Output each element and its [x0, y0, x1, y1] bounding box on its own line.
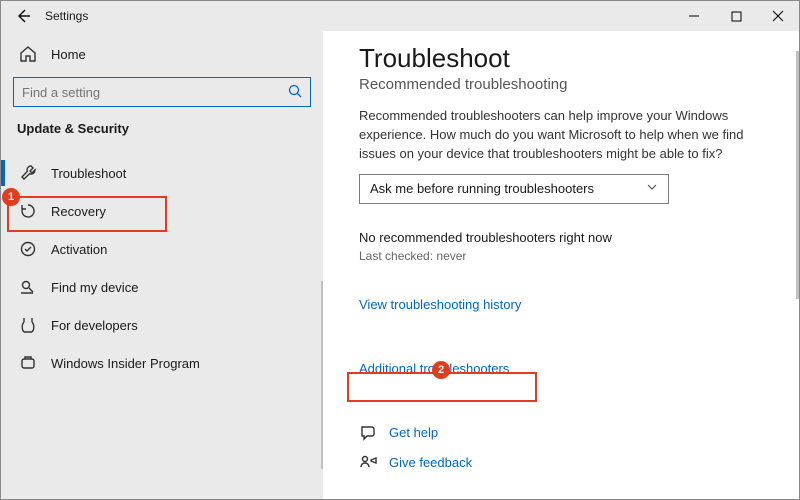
chevron-down-icon [646, 181, 658, 196]
arrow-left-icon [15, 8, 31, 24]
maximize-icon [731, 11, 742, 22]
sidebar-item-recovery[interactable]: Recovery [13, 192, 311, 230]
minimize-icon [688, 10, 700, 22]
annotation-badge-2: 2 [432, 361, 450, 379]
window-controls [673, 1, 799, 31]
sidebar-item-label: Find my device [51, 280, 138, 295]
recovery-icon [19, 202, 37, 220]
sidebar-item-label: For developers [51, 318, 138, 333]
find-device-icon [19, 278, 37, 296]
search-input[interactable] [13, 77, 311, 107]
close-button[interactable] [757, 1, 799, 31]
insider-icon [19, 354, 37, 372]
window-title: Settings [45, 9, 88, 23]
dropdown-value: Ask me before running troubleshooters [370, 181, 594, 196]
sidebar-item-insider[interactable]: Windows Insider Program [13, 344, 311, 382]
feedback-icon [359, 454, 377, 472]
titlebar: Settings [1, 1, 799, 31]
get-help-link[interactable]: Get help [389, 425, 438, 440]
content-pane: Troubleshoot Recommended troubleshooting… [323, 31, 799, 499]
sidebar-item-find-device[interactable]: Find my device [13, 268, 311, 306]
close-icon [772, 10, 784, 22]
sidebar-item-label: Activation [51, 242, 107, 257]
last-checked: Last checked: never [359, 249, 763, 263]
search-icon [288, 84, 302, 101]
home-label: Home [51, 47, 86, 62]
sidebar-item-troubleshoot[interactable]: Troubleshoot [13, 154, 311, 192]
status-text: No recommended troubleshooters right now [359, 230, 763, 245]
category-heading: Update & Security [17, 121, 311, 136]
history-link[interactable]: View troubleshooting history [359, 297, 521, 312]
sidebar: Home Update & Security Troubleshoot Reco… [1, 31, 323, 499]
sidebar-item-developers[interactable]: For developers [13, 306, 311, 344]
sidebar-item-home[interactable]: Home [13, 39, 311, 69]
section-description: Recommended troubleshooters can help imp… [359, 107, 763, 164]
give-feedback-link[interactable]: Give feedback [389, 455, 472, 470]
section-subheading: Recommended troubleshooting [359, 76, 763, 93]
sidebar-item-label: Windows Insider Program [51, 356, 200, 371]
back-button[interactable] [11, 4, 35, 28]
maximize-button[interactable] [715, 1, 757, 31]
content-scrollbar[interactable] [796, 51, 799, 299]
chat-icon [359, 424, 377, 442]
sidebar-item-label: Troubleshoot [51, 166, 126, 181]
developers-icon [19, 316, 37, 334]
annotation-badge-1: 1 [2, 188, 20, 206]
frequency-dropdown[interactable]: Ask me before running troubleshooters [359, 174, 669, 204]
page-heading: Troubleshoot [359, 43, 763, 74]
give-feedback-row[interactable]: Give feedback [359, 454, 763, 472]
minimize-button[interactable] [673, 1, 715, 31]
sidebar-item-label: Recovery [51, 204, 106, 219]
sidebar-item-activation[interactable]: Activation [13, 230, 311, 268]
home-icon [19, 45, 37, 63]
check-circle-icon [19, 240, 37, 258]
get-help-row[interactable]: Get help [359, 424, 763, 442]
search-field[interactable] [22, 85, 288, 100]
wrench-icon [19, 164, 37, 182]
